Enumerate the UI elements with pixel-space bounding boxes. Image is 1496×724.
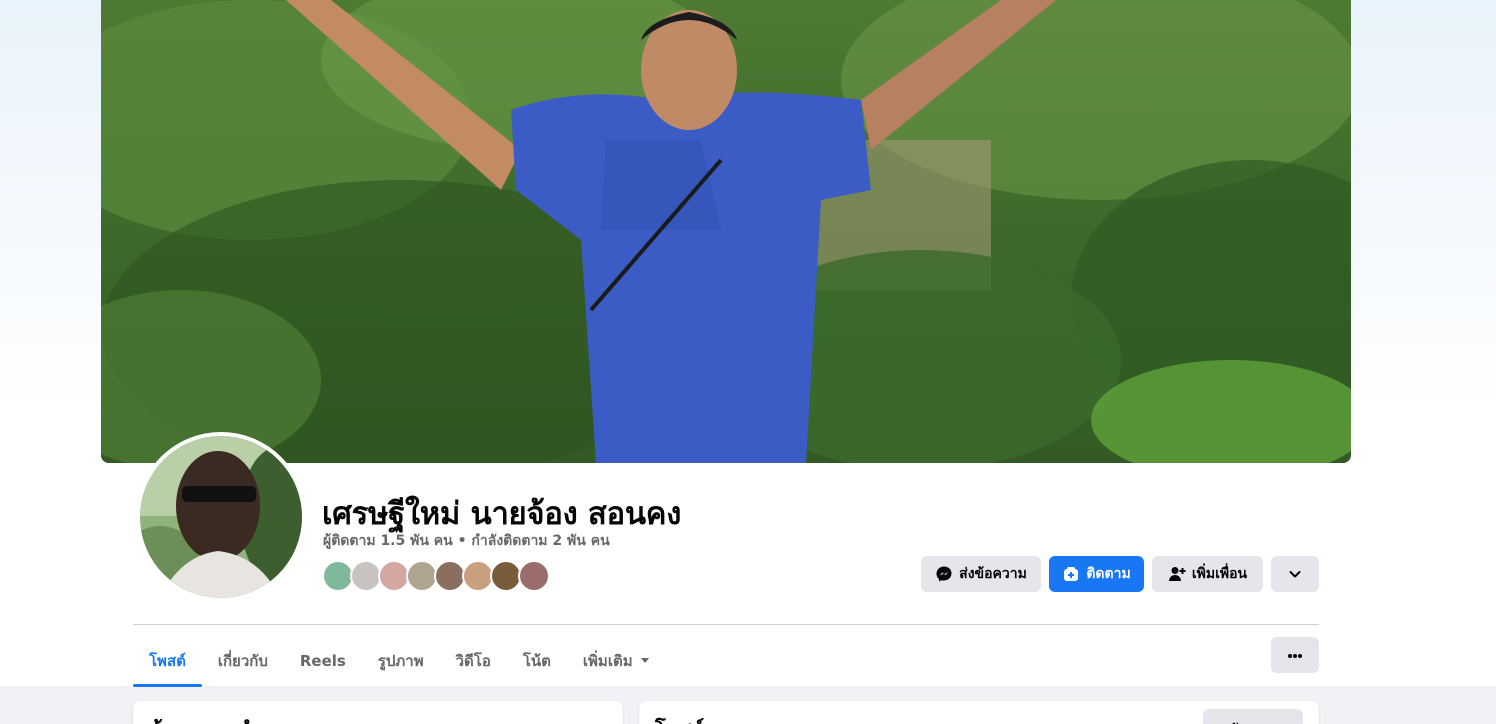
add-friend-button-label: เพิ่มเพื่อน xyxy=(1191,566,1248,582)
tab-photos[interactable]: รูปภาพ xyxy=(362,636,440,686)
header-divider xyxy=(133,624,1319,625)
message-button[interactable]: ส่งข้อความ xyxy=(921,556,1041,592)
tab-about[interactable]: เกี่ยวกับ xyxy=(202,636,284,686)
tab-posts[interactable]: โพสต์ xyxy=(133,636,202,687)
add-friend-button[interactable]: เพิ่มเพื่อน xyxy=(1152,556,1263,592)
tab-label: เพิ่มเติม xyxy=(582,652,633,670)
posts-card-title: โพสต์ xyxy=(655,713,704,724)
tab-label: เกี่ยวกับ xyxy=(217,652,268,670)
more-dots-icon xyxy=(1287,646,1303,664)
profile-avatar[interactable] xyxy=(136,432,306,602)
tab-label: โพสต์ xyxy=(149,652,186,670)
friend-avatars xyxy=(322,560,562,592)
messenger-icon xyxy=(935,565,953,583)
follower-stats[interactable]: ผู้ติดตาม 1.5 พัน คน • กำลังติดตาม 2 พัน… xyxy=(323,530,610,552)
friend-avatar[interactable] xyxy=(518,560,550,592)
tab-videos[interactable]: วิดีโอ xyxy=(440,636,507,686)
tab-label: โน้ต xyxy=(522,652,551,670)
follow-button[interactable]: ติดตาม xyxy=(1049,556,1144,592)
intro-card: ข้อมูลแนะนำ xyxy=(133,701,623,724)
tab-label: Reels xyxy=(299,652,346,670)
follow-button-label: ติดตาม xyxy=(1086,566,1131,582)
tab-more[interactable]: เพิ่มเติม xyxy=(567,636,667,686)
caret-down-icon xyxy=(639,652,651,670)
profile-dropdown-button[interactable] xyxy=(1271,556,1319,592)
tab-reels[interactable]: Reels xyxy=(284,636,362,686)
tab-label: รูปภาพ xyxy=(377,652,424,670)
profile-tabs: โพสต์ เกี่ยวกับ Reels รูปภาพ วิดีโอ โน้ต… xyxy=(133,636,667,687)
filter-button[interactable]: ตัวกรอง xyxy=(1203,709,1303,724)
intro-card-title: ข้อมูลแนะนำ xyxy=(149,713,262,724)
chevron-down-icon xyxy=(1286,565,1304,583)
add-friend-icon xyxy=(1168,565,1186,583)
tab-label: วิดีโอ xyxy=(455,652,491,670)
follow-plus-icon xyxy=(1062,565,1080,583)
more-options-button[interactable] xyxy=(1271,637,1319,673)
posts-card: โพสต์ ตัวกรอง xyxy=(639,701,1319,724)
cover-photo[interactable] xyxy=(101,0,1351,463)
tab-notes[interactable]: โน้ต xyxy=(507,636,567,686)
message-button-label: ส่งข้อความ xyxy=(959,566,1027,582)
